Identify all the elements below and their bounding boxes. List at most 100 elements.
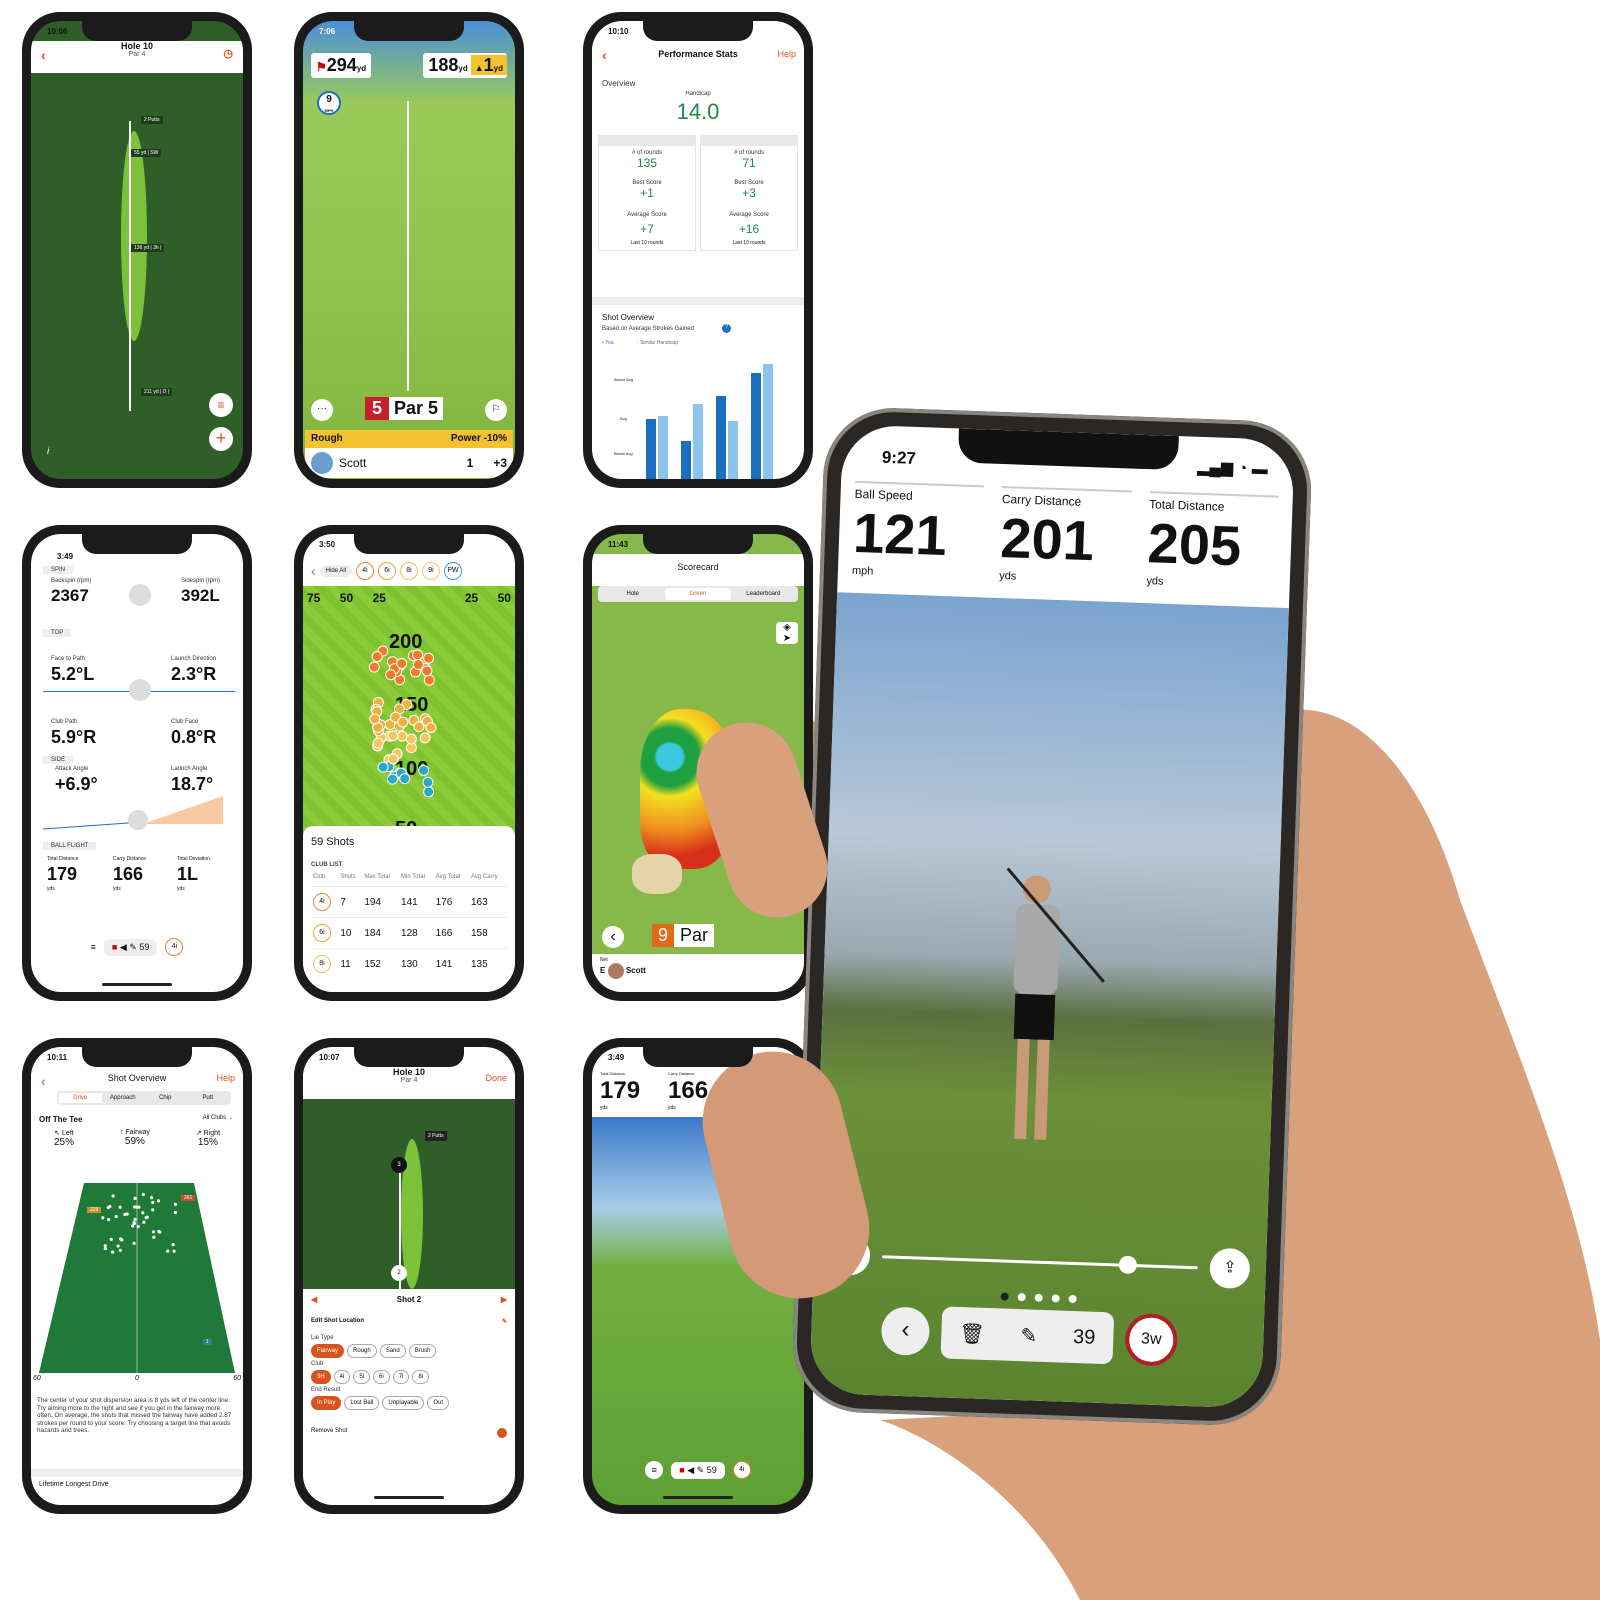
y-label: Below Avg <box>614 451 633 456</box>
tab-leaderboard[interactable]: Leaderboard <box>731 588 796 600</box>
edit-icon[interactable]: ✎ <box>697 1465 705 1475</box>
club-chip[interactable]: 4i <box>356 562 375 580</box>
hole-number: 5 <box>365 397 390 420</box>
label: Launch Angle <box>171 766 208 772</box>
video-icon[interactable]: ■ <box>679 1465 684 1475</box>
hide-all-button[interactable]: Hide All <box>319 565 353 577</box>
back-icon[interactable]: ‹ <box>41 1073 46 1089</box>
club-option[interactable]: 5i <box>353 1370 371 1384</box>
club-option[interactable]: 6i <box>373 1370 390 1384</box>
edit-location-label[interactable]: Edit Shot Location <box>311 1318 364 1325</box>
chevron-down-icon: ⌄ <box>227 1115 233 1121</box>
tab-putt[interactable]: Putt <box>187 1093 230 1103</box>
club-button[interactable]: 4i <box>165 938 184 956</box>
back-icon[interactable]: ‹ <box>880 1306 931 1356</box>
more-icon[interactable]: ··· <box>311 399 333 421</box>
video-scrubber[interactable] <box>881 1255 1198 1275</box>
list-icon[interactable]: ≡ <box>209 393 233 417</box>
unit: yds <box>177 886 185 892</box>
help-link[interactable]: Help <box>777 49 796 59</box>
table-row[interactable]: 8i 11 152 130 141 135 <box>311 948 507 980</box>
remove-icon[interactable] <box>497 1428 507 1438</box>
result-option[interactable]: Lost Ball <box>344 1396 380 1410</box>
lie-option[interactable]: Brush <box>408 1344 437 1358</box>
club-chip[interactable]: 6i <box>378 562 397 580</box>
cell: 152 <box>364 958 381 970</box>
video-icon[interactable]: ■ <box>112 942 117 952</box>
wind-speed: 9 <box>326 94 332 105</box>
club-filter[interactable]: All Clubs ⌄ <box>203 1114 233 1121</box>
club-chip[interactable]: PW <box>444 562 463 580</box>
trash-icon[interactable]: 🗑 <box>959 1321 985 1347</box>
tab-approach[interactable]: Approach <box>102 1093 145 1103</box>
shot-dot <box>132 1241 136 1245</box>
result-option[interactable]: In Play <box>311 1396 342 1410</box>
tab-drive[interactable]: Drive <box>59 1093 102 1103</box>
club-button[interactable]: 4i <box>732 1461 751 1479</box>
shot-dot <box>123 1212 127 1217</box>
tab-green[interactable]: Green <box>665 588 731 600</box>
status-time: 10:10 <box>608 27 629 36</box>
help-link[interactable]: Help <box>216 1073 235 1083</box>
menu-icon[interactable]: ≡ <box>91 942 96 952</box>
shot-marker[interactable]: 2 <box>391 1265 407 1281</box>
flag-view-icon[interactable]: ⚐ <box>485 399 507 421</box>
page-dot[interactable] <box>1017 1293 1026 1302</box>
audio-icon[interactable]: ◀ <box>120 942 127 952</box>
remove-shot-label[interactable]: Remove Shot <box>311 1428 347 1438</box>
shot-dot <box>372 737 384 749</box>
lifetime-longest-drive[interactable]: Lifetime Longest Drive <box>39 1481 109 1488</box>
page-dot[interactable] <box>1034 1293 1043 1302</box>
back-icon[interactable]: ‹ <box>602 47 607 63</box>
add-icon[interactable]: + <box>209 427 233 451</box>
status-time: 11:43 <box>608 540 629 549</box>
lie-option[interactable]: Rough <box>347 1344 377 1358</box>
result-option[interactable]: Unplayable <box>382 1396 425 1410</box>
lie-option[interactable]: Fairway <box>311 1344 345 1358</box>
layers-icon[interactable]: ◈ <box>776 622 798 633</box>
audio-icon[interactable]: ◀ <box>687 1465 694 1475</box>
back-icon[interactable]: ‹ <box>602 926 624 948</box>
club-chip[interactable]: 9i <box>422 562 441 580</box>
result-option[interactable]: Out <box>427 1396 450 1410</box>
lie-option[interactable]: Sand <box>379 1344 406 1358</box>
back-icon[interactable]: ‹ <box>41 47 46 63</box>
club-option[interactable]: 7i <box>392 1370 410 1384</box>
club-option[interactable]: 8i <box>412 1370 430 1384</box>
shot-count: 59 <box>706 1464 717 1475</box>
shot-marker[interactable]: 3 <box>391 1157 407 1173</box>
share-icon[interactable]: ⇪ <box>1209 1247 1251 1290</box>
shot-dot <box>149 1195 154 1200</box>
segmented-tabs: Drive Approach Chip Putt <box>57 1091 231 1105</box>
page-dot[interactable] <box>1000 1292 1009 1301</box>
back-icon[interactable]: ‹ <box>311 563 316 579</box>
player-row: Net E Scott <box>592 954 804 992</box>
next-shot-icon[interactable]: ▶ <box>501 1295 507 1304</box>
club-button[interactable]: 3w <box>1124 1312 1179 1367</box>
menu-icon[interactable]: ≡ <box>645 1461 664 1479</box>
info-icon[interactable]: i <box>47 446 49 457</box>
fairway <box>121 131 147 341</box>
tab-chip[interactable]: Chip <box>144 1093 187 1103</box>
edit-icon[interactable]: ✎ <box>129 942 137 952</box>
club-chip[interactable]: 8i <box>400 562 419 580</box>
prev-shot-icon[interactable]: ◀ <box>311 1295 317 1304</box>
club-option[interactable]: 3H <box>311 1370 331 1384</box>
tab-hole[interactable]: Hole <box>600 588 665 600</box>
label: Launch Direction <box>171 656 217 662</box>
section-top: TOP <box>43 629 72 637</box>
club-option[interactable]: 4i <box>333 1370 351 1384</box>
location-icon[interactable]: ➤ <box>776 633 798 644</box>
edit-icon[interactable]: ✎ <box>1020 1323 1038 1349</box>
history-icon[interactable]: ◷ <box>223 47 233 60</box>
done-button[interactable]: Done <box>485 1073 507 1083</box>
page-dot[interactable] <box>1051 1294 1060 1303</box>
scrubber-handle[interactable] <box>1119 1255 1138 1275</box>
phone-3d-course: 7:06 ⚑294yd 188yd ▲1yd 9 MPH ··· ⚐ 5 Par 5 … <box>294 12 524 488</box>
table-row[interactable]: 4i 7 194 141 176 163 <box>311 886 507 918</box>
table-row[interactable]: 6i 10 184 128 166 158 <box>311 917 507 949</box>
help-icon[interactable]: ? <box>722 324 731 333</box>
page-dot[interactable] <box>1068 1294 1077 1304</box>
swing-video[interactable]: ▶ ⇪ ‹ 🗑✎39 3w <box>809 592 1289 1409</box>
pencil-icon[interactable]: ✎ <box>502 1318 507 1325</box>
